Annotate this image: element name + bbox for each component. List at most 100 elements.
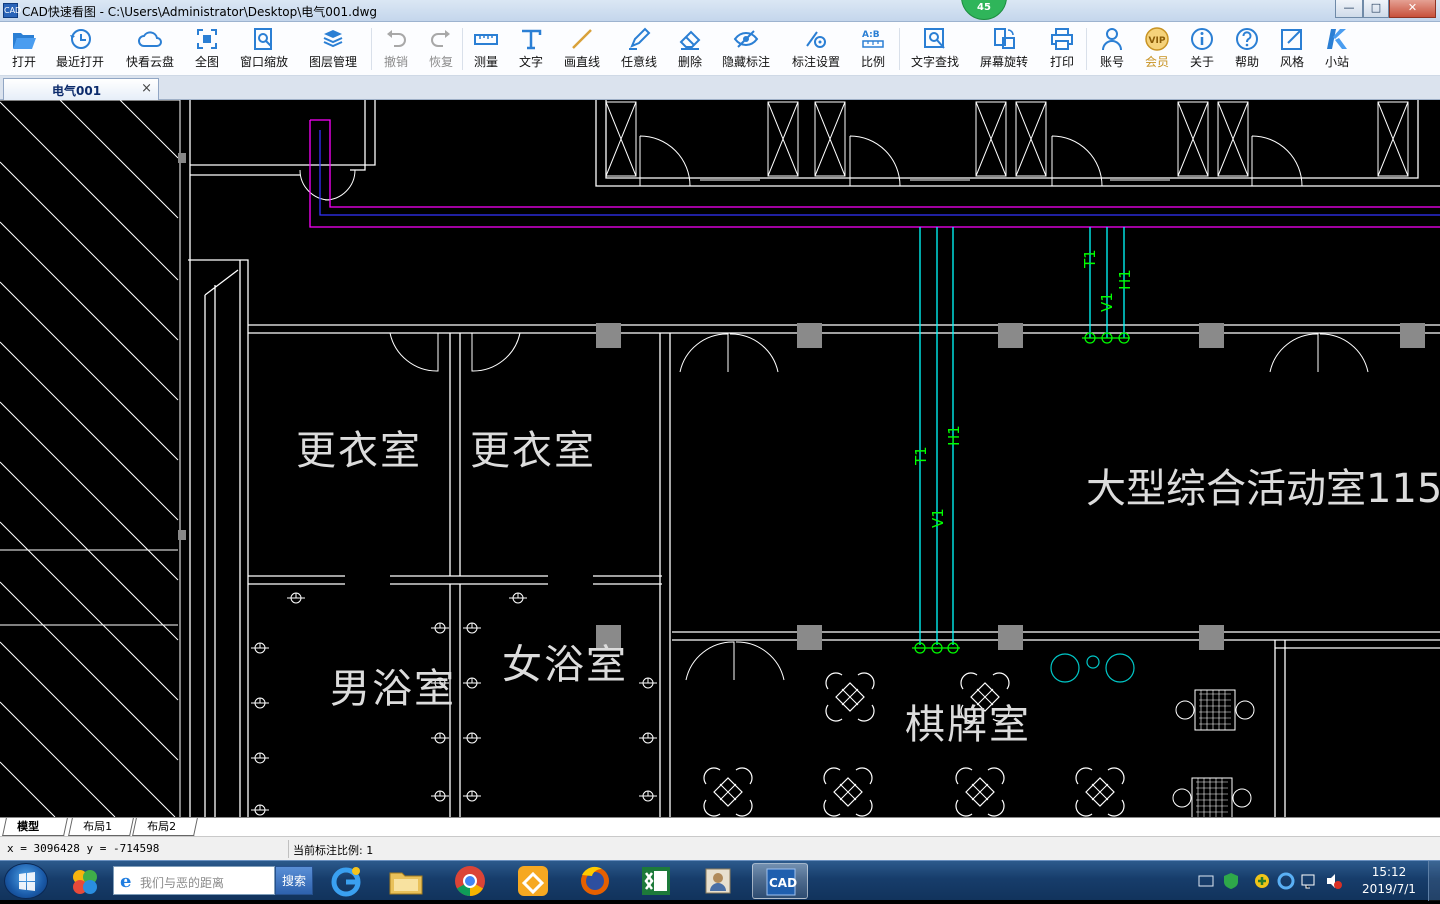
- svg-text:CAD: CAD: [769, 876, 797, 890]
- redo-label: 恢复: [428, 55, 453, 69]
- site-button[interactable]: 小站: [1321, 26, 1353, 72]
- ie-icon: e: [120, 871, 131, 892]
- about-button[interactable]: 关于: [1186, 26, 1218, 72]
- document-tab[interactable]: 电气001 ×: [3, 78, 159, 100]
- tray-icons: [1198, 872, 1342, 890]
- recent-open-button[interactable]: 最近打开: [52, 26, 108, 72]
- search-placeholder: 我们与恶的距离: [140, 876, 225, 890]
- undo-button[interactable]: 撤销: [380, 26, 412, 72]
- cable-tag: H1: [1116, 269, 1134, 290]
- toolbar-separator: [1086, 28, 1087, 70]
- start-button[interactable]: [4, 863, 48, 899]
- cloud-drive-button[interactable]: 快看云盘: [122, 26, 178, 72]
- taskbar-app[interactable]: [628, 863, 684, 899]
- zoom-window-label: 窗口缩放: [239, 55, 288, 69]
- room-label: 女浴室: [502, 642, 628, 688]
- text-search-icon: [924, 28, 945, 49]
- toolbar-separator: [371, 28, 372, 70]
- title-bar: CAD CAD快速看图 - C:\Users\Administrator\Des…: [0, 0, 1440, 22]
- taskbar-app-cad[interactable]: CAD: [752, 863, 808, 899]
- status-bar: x = 3096428 y = -714598 当前标注比例: 1: [0, 836, 1440, 860]
- text-search-label: 文字查找: [910, 55, 959, 69]
- taskbar-app[interactable]: [505, 863, 561, 899]
- colorful-app-icon: [73, 870, 97, 894]
- fit-all-label: 全图: [194, 55, 219, 69]
- style-label: 风格: [1279, 55, 1304, 69]
- cloud-drive-label: 快看云盘: [125, 55, 174, 69]
- account-button[interactable]: 账号: [1096, 26, 1128, 72]
- svg-text:e: e: [120, 871, 131, 892]
- help-label: 帮助: [1234, 55, 1259, 69]
- cable-tag: T1: [1081, 249, 1099, 269]
- undo-icon: [387, 30, 406, 47]
- notification-badge[interactable]: 45: [961, 0, 1007, 20]
- cable-tag: H1: [945, 425, 963, 446]
- windows-logo-icon: [19, 872, 35, 891]
- room-label: 男浴室: [330, 666, 456, 712]
- show-desktop-button[interactable]: [1428, 861, 1440, 901]
- drawing-canvas[interactable]: T1 V1 H1 T1 V1 H1 更衣室 更衣室 大型综合活动室115 男浴室…: [0, 100, 1440, 817]
- tab-model[interactable]: 模型: [2, 818, 68, 836]
- recent-open-label: 最近打开: [55, 55, 104, 69]
- taskbar-search-input[interactable]: e 我们与恶的距离: [113, 866, 275, 895]
- fit-all-button[interactable]: 全图: [190, 26, 224, 72]
- explorer-icon: [389, 872, 423, 895]
- draw-line-button[interactable]: 画直线: [561, 26, 603, 72]
- screen-rotate-button[interactable]: 屏幕旋转: [976, 26, 1032, 72]
- tab-layout2[interactable]: 布局2: [132, 818, 198, 836]
- document-tab-label: 电气001: [52, 84, 102, 98]
- layer-manager-button[interactable]: 图层管理: [304, 26, 362, 72]
- document-tab-bar: 电气001 ×: [0, 76, 1440, 100]
- room-label: 更衣室: [470, 428, 596, 474]
- freehand-button[interactable]: 任意线: [618, 26, 660, 72]
- toolbar-separator: [462, 28, 463, 70]
- hide-annotation-button[interactable]: 隐藏标注: [719, 26, 773, 72]
- user-card-icon: [705, 868, 731, 894]
- zoom-window-icon: [254, 28, 272, 50]
- annotation-settings-button[interactable]: 标注设置: [788, 26, 844, 72]
- search-button[interactable]: 搜索: [275, 866, 313, 895]
- close-tab-icon[interactable]: ×: [141, 81, 152, 96]
- coordinate-readout: x = 3096428 y = -714598: [7, 842, 160, 855]
- tab-model-label: 模型: [17, 820, 40, 833]
- scale-button[interactable]: A:B 比例: [857, 26, 889, 72]
- cad-app-icon: CAD: [766, 868, 797, 896]
- taskbar-app[interactable]: [690, 863, 746, 899]
- text-button[interactable]: 文字: [515, 26, 547, 72]
- svg-text:VIP: VIP: [1149, 36, 1166, 46]
- open-button[interactable]: 打开: [6, 26, 42, 72]
- close-button[interactable]: ✕: [1389, 0, 1436, 18]
- about-label: 关于: [1189, 55, 1214, 69]
- clock-time[interactable]: 15:12: [1369, 865, 1409, 879]
- clock-date[interactable]: 2019/7/1: [1358, 882, 1420, 896]
- taskbar-app[interactable]: [567, 863, 623, 899]
- hatched-wall: [0, 100, 181, 817]
- print-button[interactable]: 打印: [1046, 26, 1078, 72]
- delete-button[interactable]: 删除: [674, 26, 706, 72]
- open-label: 打开: [11, 55, 36, 69]
- room-label: 更衣室: [296, 428, 422, 474]
- style-icon: [1281, 29, 1302, 50]
- main-toolbar: 打开 最近打开 快看云盘 全图 窗口缩放 图层管理 撤销 恢复 测量 文字 画直…: [0, 22, 1440, 76]
- taskbar-app[interactable]: [318, 863, 374, 899]
- minimize-button[interactable]: —: [1335, 0, 1363, 18]
- account-label: 账号: [1099, 55, 1124, 69]
- maximize-button[interactable]: □: [1363, 0, 1389, 18]
- fit-all-icon: [197, 29, 217, 49]
- site-label: 小站: [1324, 55, 1349, 69]
- style-button[interactable]: 风格: [1276, 26, 1308, 72]
- taskbar-app[interactable]: [442, 863, 498, 899]
- measure-button[interactable]: 测量: [470, 26, 502, 72]
- layer-manager-label: 图层管理: [308, 55, 357, 69]
- taskbar-app[interactable]: [378, 863, 434, 899]
- windows-taskbar: e 我们与恶的距离 搜索 CAD 15:12 2019/7/1: [0, 860, 1440, 901]
- tab-layout1[interactable]: 布局1: [68, 818, 134, 836]
- help-button[interactable]: 帮助: [1231, 26, 1263, 72]
- zoom-window-button[interactable]: 窗口缩放: [236, 26, 292, 72]
- layers-icon: [323, 30, 343, 48]
- redo-button[interactable]: 恢复: [425, 26, 457, 72]
- text-search-button[interactable]: 文字查找: [907, 26, 963, 72]
- taskbar-app[interactable]: [58, 863, 114, 899]
- annotation-settings-icon: [806, 31, 826, 48]
- vip-button[interactable]: VIP 会员: [1141, 26, 1173, 72]
